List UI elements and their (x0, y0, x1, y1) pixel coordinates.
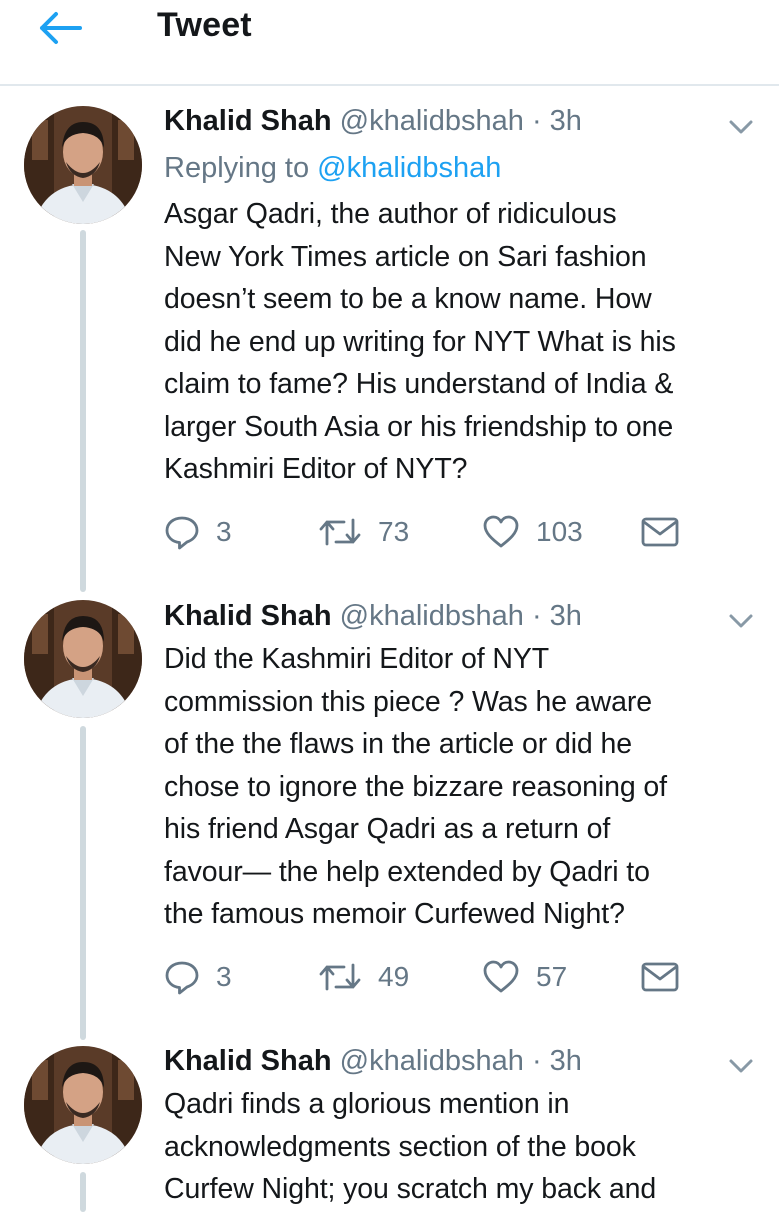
tweet-line: New York Times article on Sari fashion (164, 240, 647, 273)
retweet-count: 73 (378, 516, 410, 547)
tweet-line: did he end up writing for NYT What is hi… (164, 325, 676, 358)
reply-count: 3 (216, 961, 232, 992)
action-bar: 3 49 57 (164, 957, 724, 997)
dm-icon (641, 962, 679, 992)
separator-dot: · (531, 600, 542, 632)
separator-dot: · (531, 105, 542, 137)
avatar[interactable] (24, 106, 142, 224)
tweet-line: of the the flaws in the article or did h… (164, 728, 633, 760)
like-icon (483, 960, 519, 993)
author-handle[interactable]: @khalidbshah (340, 1045, 524, 1077)
timestamp[interactable]: 3h (550, 1045, 582, 1077)
tweet-menu-button[interactable] (726, 1055, 756, 1077)
tweet-meta: Khalid Shah @khalidbshah · 3h (164, 1042, 582, 1080)
author-name[interactable]: Khalid Shah (164, 105, 332, 137)
timestamp[interactable]: 3h (550, 600, 582, 632)
tweet-meta: Khalid Shah @khalidbshah · 3h (164, 597, 582, 635)
author-name[interactable]: Khalid Shah (164, 600, 332, 632)
chevron-down-icon (729, 120, 753, 134)
retweet-count: 49 (378, 961, 410, 992)
tweet-line: Qadri finds a glorious mention in (164, 1088, 570, 1120)
tweet-line: Did the Kashmiri Editor of NYT (164, 643, 550, 675)
thread-line (80, 230, 86, 592)
like-button[interactable]: 103 (482, 512, 583, 552)
reply-button[interactable]: 3 (164, 957, 232, 997)
tweet-line: commission this piece ? Was he aware (164, 685, 652, 718)
retweet-button[interactable]: 73 (318, 512, 409, 552)
author-handle[interactable]: @khalidbshah (340, 105, 524, 137)
tweet-line: favour— the help extended by Qadri to (164, 855, 650, 888)
tweet-menu-button[interactable] (726, 116, 756, 138)
retweet-button[interactable]: 49 (318, 957, 409, 997)
tweet-line: Asgar Qadri, the author of ridiculous (164, 198, 617, 230)
chevron-down-icon (729, 1059, 753, 1073)
tweet-line: larger South Asia or his friendship to o… (164, 410, 674, 443)
tweet-line: chose to ignore the bizzare reasoning of (164, 770, 667, 803)
author-name[interactable]: Khalid Shah (164, 1045, 332, 1077)
tweet-line: the famous memoir Curfewed Night? (164, 898, 625, 930)
tweet-line: Kashmiri Editor of NYT? (164, 453, 468, 485)
tweet-line: claim to fame? His understand of India & (164, 368, 674, 400)
retweet-icon (319, 518, 361, 546)
replying-to: Replying to @khalidbshah (164, 149, 501, 187)
like-icon (483, 515, 519, 548)
author-handle[interactable]: @khalidbshah (340, 600, 524, 632)
tweet-line: Curfew Night; you scratch my back and (164, 1173, 657, 1205)
replying-to-mention[interactable]: @khalidbshah (317, 152, 501, 184)
like-button[interactable]: 57 (482, 957, 567, 997)
reply-icon (165, 516, 199, 550)
page-title: Tweet (157, 6, 252, 44)
thread-line (80, 1172, 86, 1212)
tweet-menu-button[interactable] (726, 610, 756, 632)
tweet-line: his friend Asgar Qadri as a return of (164, 813, 611, 845)
tweet-line: acknowledgments section of the book (164, 1130, 636, 1163)
dm-icon (641, 517, 679, 547)
back-button[interactable] (38, 10, 86, 46)
reply-icon (165, 961, 199, 995)
chevron-down-icon (729, 614, 753, 628)
tweet-text: Asgar Qadri, the author of ridiculous Ne… (164, 193, 764, 491)
thread-line (80, 726, 86, 1040)
like-count: 103 (536, 516, 583, 547)
replying-to-label: Replying to (164, 152, 310, 184)
tweet-meta: Khalid Shah @khalidbshah · 3h (164, 102, 582, 140)
tweet-line: doesn’t seem to be a know name. How (164, 283, 652, 315)
action-bar: 3 73 103 (164, 512, 724, 552)
like-count: 57 (536, 961, 568, 992)
tweet-text: Did the Kashmiri Editor of NYT commissio… (164, 638, 764, 936)
timestamp[interactable]: 3h (550, 105, 582, 137)
avatar[interactable] (24, 1046, 142, 1164)
reply-count: 3 (216, 516, 232, 547)
avatar[interactable] (24, 600, 142, 718)
tweet-text: Qadri finds a glorious mention in acknow… (164, 1083, 764, 1211)
reply-button[interactable]: 3 (164, 512, 232, 552)
top-bar: Tweet (0, 0, 779, 86)
retweet-icon (319, 963, 361, 991)
separator-dot: · (531, 1045, 542, 1077)
direct-message-button[interactable] (640, 957, 680, 997)
direct-message-button[interactable] (640, 512, 680, 552)
arrow-left-icon (40, 12, 82, 44)
